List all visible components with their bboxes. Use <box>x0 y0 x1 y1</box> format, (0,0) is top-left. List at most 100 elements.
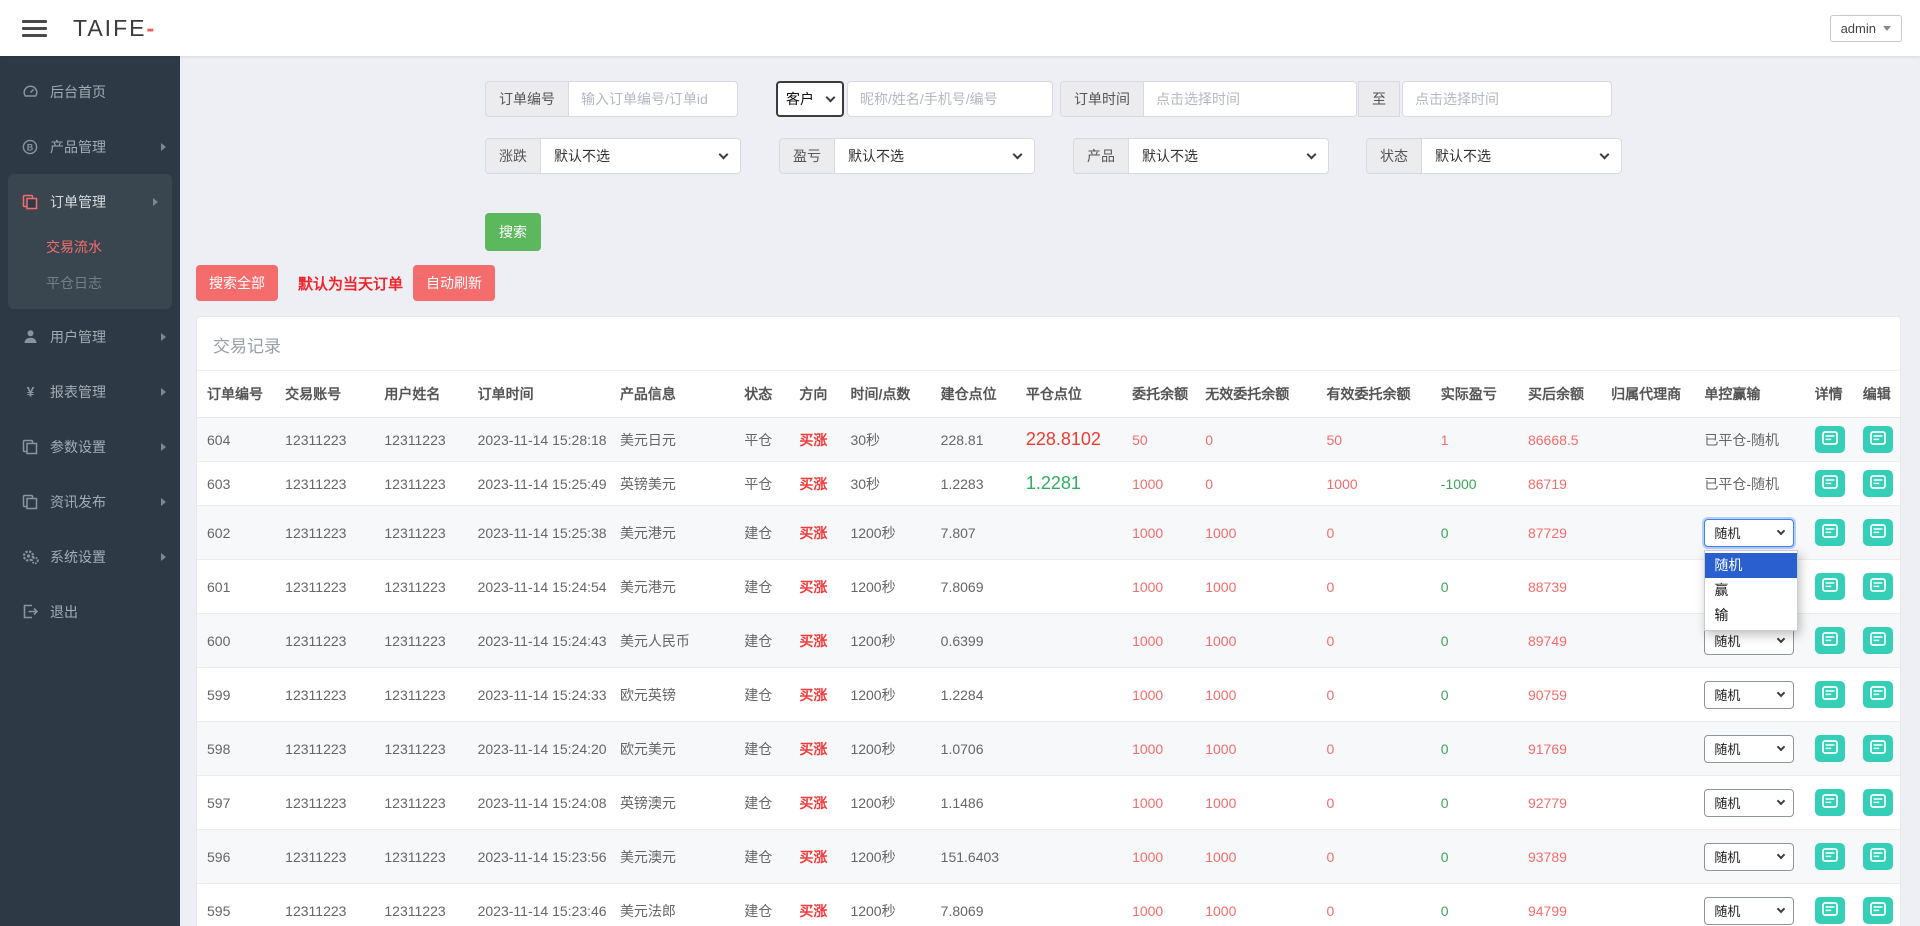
win-lose-select[interactable]: 随机 <box>1704 843 1794 871</box>
sidebar-subitem-close-log[interactable]: 平仓日志 <box>8 265 172 301</box>
order-no-input[interactable] <box>569 81 738 117</box>
admin-menu-button[interactable]: admin <box>1830 15 1902 42</box>
list-icon <box>1822 524 1838 541</box>
edit-button[interactable] <box>1863 897 1893 924</box>
list-icon <box>1822 848 1838 865</box>
detail-button[interactable] <box>1815 897 1845 924</box>
chevron-right-icon <box>161 443 166 451</box>
sidebar-item-reports[interactable]: ¥ 报表管理 <box>0 364 180 419</box>
list-icon <box>1870 902 1886 919</box>
column-header: 归属代理商 <box>1601 371 1694 418</box>
chevron-down-icon <box>719 150 729 160</box>
hamburger-menu-icon[interactable] <box>22 20 47 37</box>
sidebar-item-news[interactable]: 资讯发布 <box>0 474 180 529</box>
sidebar-item-users[interactable]: 用户管理 <box>0 309 180 364</box>
doc-icon <box>20 494 40 510</box>
column-header: 用户姓名 <box>374 371 467 418</box>
dropdown-option[interactable]: 赢 <box>1705 578 1797 603</box>
column-header: 交易账号 <box>275 371 374 418</box>
order-time-start-input[interactable] <box>1144 81 1357 117</box>
sidebar: 后台首页B产品管理订单管理交易流水平仓日志用户管理¥报表管理参数设置资讯发布系统… <box>0 56 180 926</box>
rise-fall-filter: 涨跌 默认不选 <box>485 138 741 174</box>
sidebar-item-label: 系统设置 <box>50 547 106 567</box>
chevron-down-icon <box>1013 150 1023 160</box>
auto-refresh-button[interactable]: 自动刷新 <box>413 265 495 301</box>
sidebar-item-orders[interactable]: 订单管理 <box>8 174 172 229</box>
profit-filter: 盈亏 默认不选 <box>779 138 1035 174</box>
search-all-button[interactable]: 搜索全部 <box>196 265 278 301</box>
sidebar-group-orders: 订单管理交易流水平仓日志 <box>8 174 172 309</box>
orders-icon <box>20 194 40 210</box>
chevron-right-icon <box>153 198 158 206</box>
panel-title: 交易记录 <box>197 317 1900 371</box>
win-lose-select[interactable]: 随机 <box>1704 735 1794 763</box>
detail-button[interactable] <box>1815 789 1845 816</box>
column-header: 买后余额 <box>1518 371 1601 418</box>
customer-type-select[interactable]: 客户 <box>776 81 844 117</box>
list-icon <box>1822 794 1838 811</box>
win-lose-select[interactable]: 随机 <box>1704 789 1794 817</box>
svg-text:B: B <box>27 142 34 152</box>
edit-button[interactable] <box>1863 681 1893 708</box>
rise-fall-select[interactable]: 默认不选 <box>541 138 741 174</box>
edit-button[interactable] <box>1863 627 1893 654</box>
topbar: TAIFE- admin <box>0 0 1920 56</box>
column-header: 订单编号 <box>197 371 275 418</box>
list-icon <box>1822 902 1838 919</box>
sidebar-item-label: 资讯发布 <box>50 492 106 512</box>
sidebar-item-label: 报表管理 <box>50 382 106 402</box>
detail-button[interactable] <box>1815 519 1845 546</box>
edit-button[interactable] <box>1863 735 1893 762</box>
detail-button[interactable] <box>1815 470 1845 497</box>
dropdown-option[interactable]: 输 <box>1705 603 1797 628</box>
edit-button[interactable] <box>1863 843 1893 870</box>
detail-button[interactable] <box>1815 843 1845 870</box>
order-time-end-input[interactable] <box>1402 81 1612 117</box>
detail-button[interactable] <box>1815 573 1845 600</box>
sidebar-item-label: 退出 <box>50 602 78 622</box>
order-time-label: 订单时间 <box>1060 81 1144 117</box>
trade-records-panel: 交易记录 订单编号交易账号用户姓名订单时间产品信息状态方向时间/点数建仓点位平仓… <box>196 316 1901 926</box>
win-lose-select[interactable]: 随机 <box>1704 627 1794 655</box>
win-lose-select[interactable]: 随机 <box>1704 897 1794 925</box>
chevron-down-icon <box>1777 905 1785 913</box>
status-select[interactable]: 默认不选 <box>1422 138 1622 174</box>
edit-button[interactable] <box>1863 573 1893 600</box>
sidebar-item-system[interactable]: 系统设置 <box>0 529 180 584</box>
win-lose-select[interactable]: 随机 <box>1704 519 1794 547</box>
list-icon <box>1870 794 1886 811</box>
edit-button[interactable] <box>1863 470 1893 497</box>
doc-icon <box>20 439 40 455</box>
chevron-down-icon <box>1307 150 1317 160</box>
chevron-right-icon <box>161 333 166 341</box>
detail-button[interactable] <box>1815 735 1845 762</box>
detail-button[interactable] <box>1815 681 1845 708</box>
search-button[interactable]: 搜索 <box>485 213 541 251</box>
sidebar-subitem-trade-flow[interactable]: 交易流水 <box>8 229 172 265</box>
column-header: 状态 <box>734 371 789 418</box>
column-header: 建仓点位 <box>931 371 1016 418</box>
edit-button[interactable] <box>1863 519 1893 546</box>
detail-button[interactable] <box>1815 627 1845 654</box>
chevron-right-icon <box>161 553 166 561</box>
dashboard-icon <box>20 84 40 99</box>
profit-select[interactable]: 默认不选 <box>835 138 1035 174</box>
list-icon <box>1870 578 1886 595</box>
dropdown-option[interactable]: 随机 <box>1705 553 1797 578</box>
sidebar-item-home[interactable]: 后台首页 <box>0 64 180 119</box>
sidebar-item-label: 后台首页 <box>50 82 106 102</box>
table-row: 60012311223123112232023-11-14 15:24:43美元… <box>197 614 1900 668</box>
customer-input[interactable] <box>847 81 1053 117</box>
table-row: 60112311223123112232023-11-14 15:24:54美元… <box>197 560 1900 614</box>
yen-icon: ¥ <box>20 384 40 399</box>
to-label: 至 <box>1358 81 1400 117</box>
sidebar-item-products[interactable]: B产品管理 <box>0 119 180 174</box>
edit-button[interactable] <box>1863 426 1893 453</box>
detail-button[interactable] <box>1815 426 1845 453</box>
product-select[interactable]: 默认不选 <box>1129 138 1329 174</box>
win-lose-select[interactable]: 随机 <box>1704 681 1794 709</box>
edit-button[interactable] <box>1863 789 1893 816</box>
list-icon <box>1870 431 1886 448</box>
sidebar-item-params[interactable]: 参数设置 <box>0 419 180 474</box>
sidebar-item-logout[interactable]: 退出 <box>0 584 180 639</box>
